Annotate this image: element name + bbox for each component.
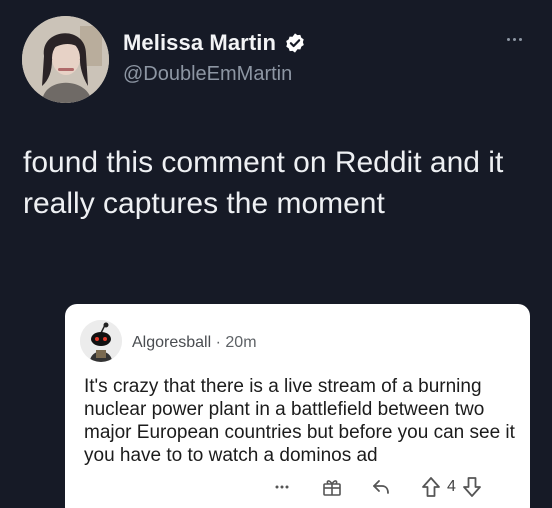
tweet-screenshot: Melissa Martin @DoubleEmMartin found thi… [0, 0, 552, 508]
author-display-name[interactable]: Melissa Martin [123, 30, 276, 56]
author-avatar[interactable] [22, 16, 109, 103]
tweet-text: found this comment on Reddit and it real… [23, 146, 504, 220]
snoo-avatar-icon [80, 320, 122, 362]
gift-award-icon[interactable] [321, 476, 343, 498]
comment-time: 20m [225, 334, 257, 351]
more-horizontal-icon[interactable] [507, 38, 522, 41]
comment-meta: Algoresball · 20m [132, 334, 257, 352]
comment-body: It's crazy that there is a live stream o… [84, 376, 515, 466]
vote-score: 4 [447, 478, 456, 495]
verified-badge-icon [284, 32, 306, 54]
reddit-username[interactable]: Algoresball [132, 334, 211, 351]
author-handle[interactable]: @DoubleEmMartin [123, 63, 292, 86]
reddit-comment-card[interactable]: Algoresball · 20m It's crazy that there … [65, 304, 530, 508]
upvote-arrow-icon[interactable] [421, 476, 441, 498]
more-options-icon[interactable] [275, 485, 289, 489]
comment-actions: 4 [275, 476, 482, 498]
author-name-row: Melissa Martin [123, 30, 306, 56]
downvote-arrow-icon[interactable] [462, 476, 482, 498]
reply-arrow-icon[interactable] [371, 478, 391, 496]
meta-separator: · [215, 334, 221, 351]
